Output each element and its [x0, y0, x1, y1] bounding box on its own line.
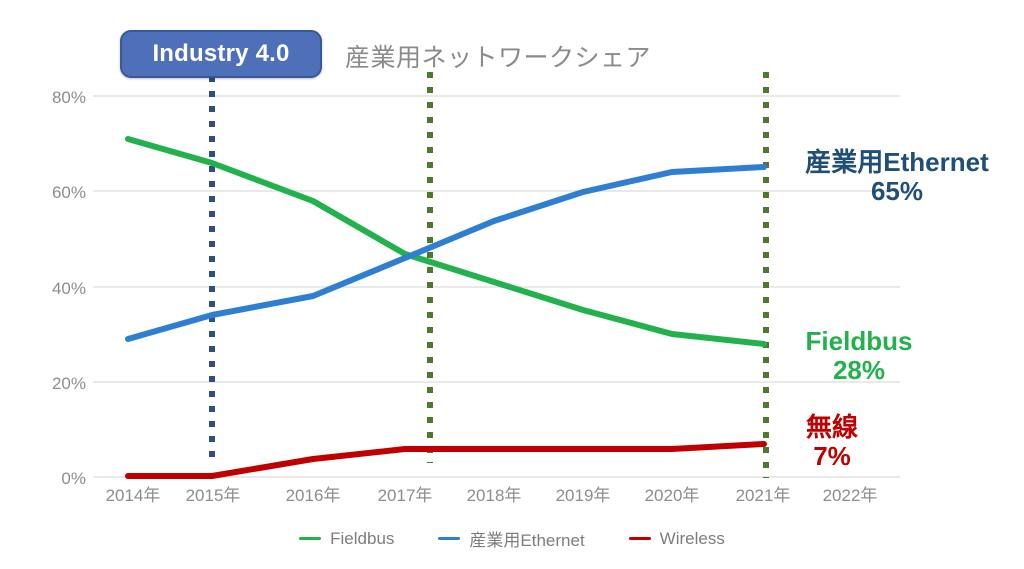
y-tick-40: 40%	[51, 279, 86, 298]
series-line-industrial-ethernet	[125, 164, 767, 342]
chart-legend: Fieldbus 産業用Ethernet Wireless	[0, 526, 1024, 551]
callout-industrial-ethernet: 産業用Ethernet 65%	[778, 147, 1016, 207]
callout-industrial-ethernet-value: 65%	[870, 176, 924, 207]
legend-label-fieldbus: Fieldbus	[330, 528, 395, 548]
industrial-network-share-chart: 80% 60% 40% 20% 0% 2014年 2015年 2016年 201…	[0, 0, 1024, 569]
x-tick-2014: 2014年	[105, 486, 161, 505]
legend-swatch-industrial-ethernet-icon	[438, 537, 461, 540]
x-tick-2019: 2019年	[555, 486, 611, 505]
legend-label-industrial-ethernet: 産業用Ethernet	[469, 531, 585, 550]
callout-industrial-ethernet-name: 産業用Ethernet	[805, 147, 989, 177]
callout-fieldbus-name: Fieldbus	[805, 326, 913, 356]
series-line-wireless	[125, 441, 767, 479]
y-tick-60: 60%	[51, 183, 86, 202]
callout-wireless-name: 無線	[805, 412, 858, 442]
legend-item-fieldbus: Fieldbus	[299, 529, 394, 549]
legend-swatch-fieldbus-icon	[299, 537, 322, 540]
x-tick-2022: 2022年	[822, 486, 878, 505]
callout-wireless-value: 7%	[813, 441, 851, 472]
x-tick-2015: 2015年	[185, 486, 241, 505]
callout-wireless: 無線 7%	[778, 412, 886, 472]
x-tick-2020: 2020年	[644, 486, 700, 505]
chart-title: 産業用ネットワークシェア	[345, 44, 652, 72]
y-tick-0: 0%	[61, 469, 86, 488]
x-tick-2016: 2016年	[285, 486, 341, 505]
x-tick-2017: 2017年	[377, 486, 433, 505]
industry-4-badge-label: Industry 4.0	[152, 40, 290, 67]
callout-fieldbus: Fieldbus 28%	[778, 326, 940, 386]
legend-item-wireless: Wireless	[628, 528, 725, 549]
legend-label-wireless: Wireless	[659, 528, 725, 548]
callout-fieldbus-value: 28%	[832, 355, 886, 386]
x-tick-2018: 2018年	[466, 486, 522, 505]
y-tick-80: 80%	[51, 88, 86, 107]
industry-4-badge: Industry 4.0	[120, 30, 322, 78]
y-tick-20: 20%	[51, 374, 86, 393]
legend-swatch-wireless-icon	[628, 537, 651, 540]
x-tick-2021: 2021年	[735, 486, 791, 505]
legend-item-industrial-ethernet: 産業用Ethernet	[438, 526, 585, 551]
